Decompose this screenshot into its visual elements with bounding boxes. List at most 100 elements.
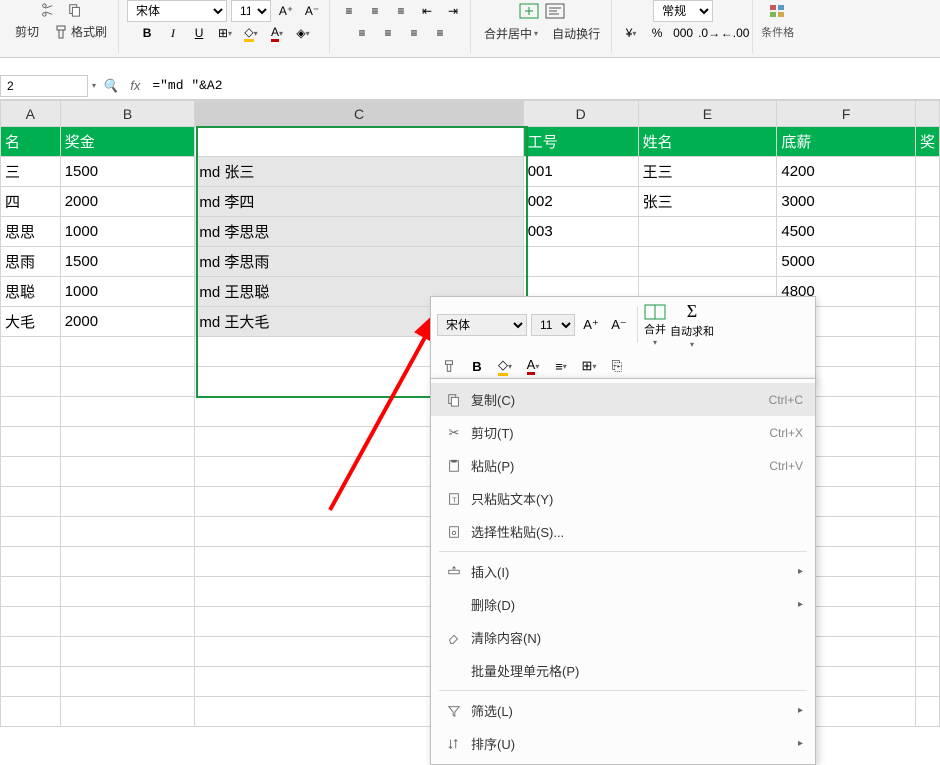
- col-head-E[interactable]: E: [638, 101, 777, 127]
- align-middle-button[interactable]: ≡: [364, 0, 386, 22]
- col-head-B[interactable]: B: [60, 101, 195, 127]
- font-group: 宋体 11 A⁺ A⁻ B I U ⊞▾ ◇▾ A▾ ◈▾: [121, 0, 330, 53]
- paste-special-icon: [443, 525, 465, 539]
- align-top-button[interactable]: ≡: [338, 0, 360, 22]
- menu-insert[interactable]: 插入(I) ▸: [431, 555, 815, 588]
- menu-sort[interactable]: 排序(U) ▸: [431, 727, 815, 760]
- col-head-G[interactable]: [915, 101, 939, 127]
- menu-copy[interactable]: 复制(C) Ctrl+C: [431, 383, 815, 416]
- mini-font-color[interactable]: A▾: [521, 355, 545, 377]
- increase-decimal-button[interactable]: ←.00: [724, 22, 746, 44]
- align-right-button[interactable]: ≡: [403, 22, 425, 44]
- border-button[interactable]: ⊞▾: [214, 22, 236, 44]
- mini-merge-button[interactable]: 合并▾: [644, 304, 666, 347]
- copy-icon: [443, 393, 465, 407]
- menu-clear[interactable]: 清除内容(N): [431, 621, 815, 654]
- mini-fill-color[interactable]: ◇▾: [493, 355, 517, 377]
- font-size-select[interactable]: 11: [231, 0, 271, 22]
- col-head-F[interactable]: F: [777, 101, 916, 127]
- wrap-icon[interactable]: [544, 0, 566, 22]
- menu-separator: [439, 551, 807, 552]
- mini-insert[interactable]: ⎘: [605, 355, 629, 377]
- insert-icon: [443, 565, 465, 579]
- mini-increase-font[interactable]: A⁺: [579, 314, 603, 336]
- wrap-text-button[interactable]: 自动换行: [547, 22, 605, 45]
- indent-left-button[interactable]: ⇤: [416, 0, 438, 22]
- cut-button[interactable]: [35, 0, 59, 20]
- comma-button[interactable]: 000: [672, 22, 694, 44]
- menu-paste-special[interactable]: 选择性粘贴(S)...: [431, 515, 815, 548]
- align-bottom-button[interactable]: ≡: [390, 0, 412, 22]
- percent-button[interactable]: %: [646, 22, 668, 44]
- ribbon-toolbar: 剪切 格式刷 宋体 11 A⁺ A⁻ B I U ⊞▾ ◇▾ A▾ ◈▾ ≡ ≡: [0, 0, 940, 58]
- format-painter-button[interactable]: 格式刷: [48, 20, 112, 43]
- cell[interactable]: 底薪: [777, 127, 916, 157]
- conditional-format-label: 条件格: [761, 24, 794, 40]
- scissors-icon: [40, 3, 54, 17]
- mini-bold[interactable]: B: [465, 355, 489, 377]
- effects-button[interactable]: ◈▾: [292, 22, 314, 44]
- cut-label: 剪切: [10, 20, 44, 43]
- table-row: 三1500md 张三001王三4200: [1, 157, 940, 187]
- menu-delete[interactable]: 删除(D) ▸: [431, 588, 815, 621]
- col-head-C[interactable]: C: [195, 101, 523, 127]
- chevron-right-icon: ▸: [798, 705, 803, 716]
- cell[interactable]: 工号: [523, 127, 638, 157]
- indent-right-button[interactable]: ⇥: [442, 0, 464, 22]
- cell[interactable]: 奖金: [60, 127, 195, 157]
- chevron-right-icon: ▸: [798, 566, 803, 577]
- currency-button[interactable]: ¥▾: [620, 22, 642, 44]
- table-row: 四2000md 李四002张三3000: [1, 187, 940, 217]
- menu-paste-text[interactable]: T 只粘贴文本(Y): [431, 482, 815, 515]
- sigma-icon: Σ: [687, 301, 697, 322]
- number-format-select[interactable]: 常规: [653, 0, 713, 22]
- decrease-font-button[interactable]: A⁻: [301, 0, 323, 22]
- alignment-group: ≡ ≡ ≡ ⇤ ⇥ ≡ ≡ ≡ ≡: [332, 0, 471, 53]
- align-left-button[interactable]: ≡: [351, 22, 373, 44]
- formula-input[interactable]: [146, 75, 940, 96]
- styles-group: 条件格: [755, 0, 800, 53]
- filter-icon: [443, 704, 465, 718]
- fill-color-button[interactable]: ◇▾: [240, 22, 262, 44]
- underline-button[interactable]: U: [188, 22, 210, 44]
- mini-decrease-font[interactable]: A⁻: [607, 314, 631, 336]
- mini-format-painter[interactable]: [437, 355, 461, 377]
- mini-align[interactable]: ≡▾: [549, 355, 573, 377]
- cell[interactable]: 名: [1, 127, 61, 157]
- mini-autosum-button[interactable]: Σ 自动求和▾: [670, 301, 714, 349]
- conditional-format-icon[interactable]: [767, 0, 789, 22]
- mini-size-select[interactable]: 11: [531, 314, 575, 336]
- font-name-select[interactable]: 宋体: [127, 0, 227, 22]
- menu-batch[interactable]: 批量处理单元格(P): [431, 654, 815, 687]
- increase-font-button[interactable]: A⁺: [275, 0, 297, 22]
- paste-icon: [443, 459, 465, 473]
- cell[interactable]: 姓名: [638, 127, 777, 157]
- merge-icon[interactable]: [518, 0, 540, 22]
- menu-filter[interactable]: 筛选(L) ▸: [431, 694, 815, 727]
- brush-icon: [53, 24, 69, 40]
- font-color-button[interactable]: A▾: [266, 22, 288, 44]
- table-header-row: 名 奖金 工号 姓名 底薪 奖: [1, 127, 940, 157]
- menu-paste[interactable]: 粘贴(P) Ctrl+V: [431, 449, 815, 482]
- cell[interactable]: 奖: [915, 127, 939, 157]
- merge-center-button[interactable]: 合并居中▾: [479, 22, 543, 45]
- menu-cut[interactable]: ✂ 剪切(T) Ctrl+X: [431, 416, 815, 449]
- name-box[interactable]: [0, 75, 88, 97]
- decrease-decimal-button[interactable]: .0→: [698, 22, 720, 44]
- cell[interactable]: [195, 127, 523, 157]
- justify-button[interactable]: ≡: [429, 22, 451, 44]
- col-head-D[interactable]: D: [523, 101, 638, 127]
- mini-font-select[interactable]: 宋体: [437, 314, 527, 336]
- chevron-right-icon: ▸: [798, 738, 803, 749]
- sort-icon: [443, 737, 465, 751]
- copy-button[interactable]: [63, 0, 87, 20]
- align-center-button[interactable]: ≡: [377, 22, 399, 44]
- fx-icon[interactable]: fx: [124, 78, 146, 93]
- col-head-A[interactable]: A: [1, 101, 61, 127]
- mini-border[interactable]: ⊞▾: [577, 355, 601, 377]
- bold-button[interactable]: B: [136, 22, 158, 44]
- zoom-icon[interactable]: 🔍: [96, 78, 124, 94]
- column-headers: A B C D E F: [1, 101, 940, 127]
- copy-icon: [68, 3, 82, 17]
- italic-button[interactable]: I: [162, 22, 184, 44]
